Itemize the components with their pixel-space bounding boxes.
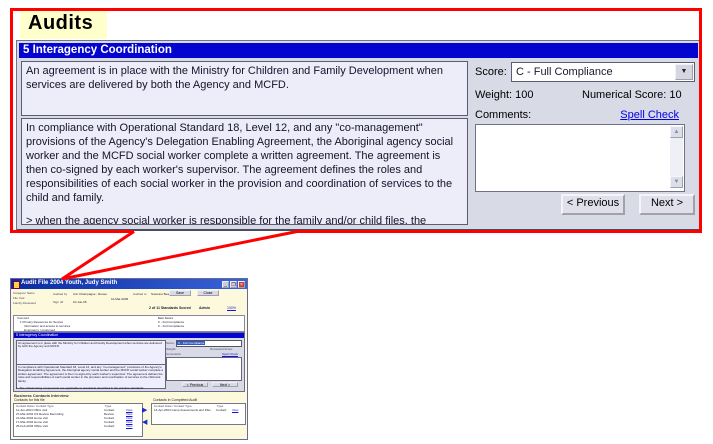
mini-numerical: Numerical Score: <box>210 347 233 351</box>
form-left-label-3: Family Reviewed <box>13 301 36 305</box>
standard-header: 5 Interagency Coordination <box>19 43 698 58</box>
table-row[interactable]: 25-Feb-2004 Office visit Contact View <box>14 424 142 428</box>
mini-previous-button[interactable]: < Previous <box>182 382 208 387</box>
audited-by-label: Audited by <box>53 292 67 296</box>
mini-score-dropdown[interactable]: C - Full Compliance <box>176 340 242 347</box>
mini-score-label: Score: <box>166 341 175 345</box>
mini-comments-textarea[interactable] <box>166 357 242 381</box>
audit-date: 10-Mar-2006 <box>111 297 128 301</box>
standard-statement-box: An agreement is in place with the Minist… <box>21 61 468 116</box>
transfer-right-icon[interactable]: ▶ <box>142 407 147 414</box>
screenshot-root: Audits 5 Interagency Coordination An agr… <box>0 0 713 444</box>
chevron-down-icon[interactable]: ▼ <box>675 64 693 80</box>
detail-paragraph-1: In compliance with Operational Standard … <box>26 121 463 205</box>
numerical-score-label: Numerical Score: <box>582 89 666 101</box>
app-icon <box>13 281 20 289</box>
numerical-score-line: Numerical Score: 10 <box>582 89 682 101</box>
window-titlebar[interactable]: Audit File 2004 Youth, Judy Smith _ ❐ × <box>11 279 247 289</box>
mini-standard-header: 5 Interagency Coordination <box>14 333 244 338</box>
mini-spell-check-link[interactable]: Spell Check <box>222 352 238 356</box>
transfer-left-icon[interactable]: ◀ <box>142 419 147 426</box>
close-button[interactable]: Close <box>197 290 219 296</box>
admin-label: Admin <box>199 306 210 310</box>
mini-statement-box: An agreement is in place with the Minist… <box>16 340 166 366</box>
form-left-label-2: File Year <box>13 296 25 300</box>
mini-comments-label: Comments: <box>166 352 181 356</box>
contacts-table-left[interactable]: Contact Date / Contact Type Type 11-Jun-… <box>13 403 143 437</box>
comments-textarea[interactable]: ▲ ▼ <box>475 124 685 192</box>
form-left-label-1: Caregiver Name <box>13 291 35 295</box>
detail-paragraph-2: > when the agency social worker is respo… <box>26 214 463 225</box>
contacts-left-title: Contacts for this file <box>14 398 45 402</box>
score-label: Score: <box>475 66 507 78</box>
audited-to-label: Audited to <box>133 292 147 296</box>
audit-panel-mini: 5 Interagency Coordination An agreement … <box>13 332 245 392</box>
score-dropdown-value: C - Full Compliance <box>516 64 613 80</box>
scroll-up-icon[interactable]: ▲ <box>670 126 683 138</box>
audit-standard-panel: 5 Interagency Coordination An agreement … <box>16 40 702 231</box>
status-text: 2 of 11 Standards Scored <box>149 306 191 310</box>
contacts-table-right[interactable]: Contact Date / Contact Type Type 14-Apr-… <box>151 403 246 425</box>
page-title: Audits <box>20 10 107 39</box>
weight-value: 100 <box>515 89 533 101</box>
standards-list[interactable]: Standard Item Score 1 Primary Resources … <box>13 315 245 332</box>
sign-off-date: 10-Jun-05 <box>73 300 87 304</box>
mini-next-button[interactable]: Next > <box>212 382 238 387</box>
contacts-right-title: Contacts in Completed Audit <box>153 398 197 402</box>
save-button[interactable]: Save <box>169 290 191 296</box>
zoom-level-link[interactable]: 100% <box>227 306 236 310</box>
sign-off-label: Sign off <box>53 300 63 304</box>
comments-scrollbar[interactable]: ▲ ▼ <box>670 126 683 188</box>
scroll-down-icon[interactable]: ▼ <box>670 176 683 188</box>
audited-by-value: Ann Champagne - Renee <box>73 292 107 296</box>
minimize-icon[interactable]: _ <box>222 281 229 288</box>
window-title: Audit File 2004 Youth, Judy Smith <box>21 280 117 286</box>
application-window-thumbnail: Audit File 2004 Youth, Judy Smith _ ❐ × … <box>10 278 248 440</box>
numerical-score-value: 10 <box>669 89 681 101</box>
weight-label: Weight: <box>475 89 512 101</box>
previous-button[interactable]: < Previous <box>561 194 625 215</box>
next-button[interactable]: Next > <box>639 194 695 215</box>
weight-line: Weight: 100 <box>475 89 534 101</box>
mini-panel-footnote: 1. The critical rating components are ap… <box>16 386 144 390</box>
spell-check-link[interactable]: Spell Check <box>620 109 679 121</box>
maximize-icon[interactable]: ❐ <box>230 281 237 288</box>
score-dropdown[interactable]: C - Full Compliance ▼ <box>511 62 695 82</box>
mini-weight: Weight: <box>166 347 176 351</box>
close-icon[interactable]: × <box>238 281 245 288</box>
comments-label: Comments: <box>475 109 531 121</box>
standard-detail-box: In compliance with Operational Standard … <box>21 118 468 225</box>
table-row[interactable]: 14-Apr-2004 Camp Assessments and Plan Co… <box>152 408 245 412</box>
